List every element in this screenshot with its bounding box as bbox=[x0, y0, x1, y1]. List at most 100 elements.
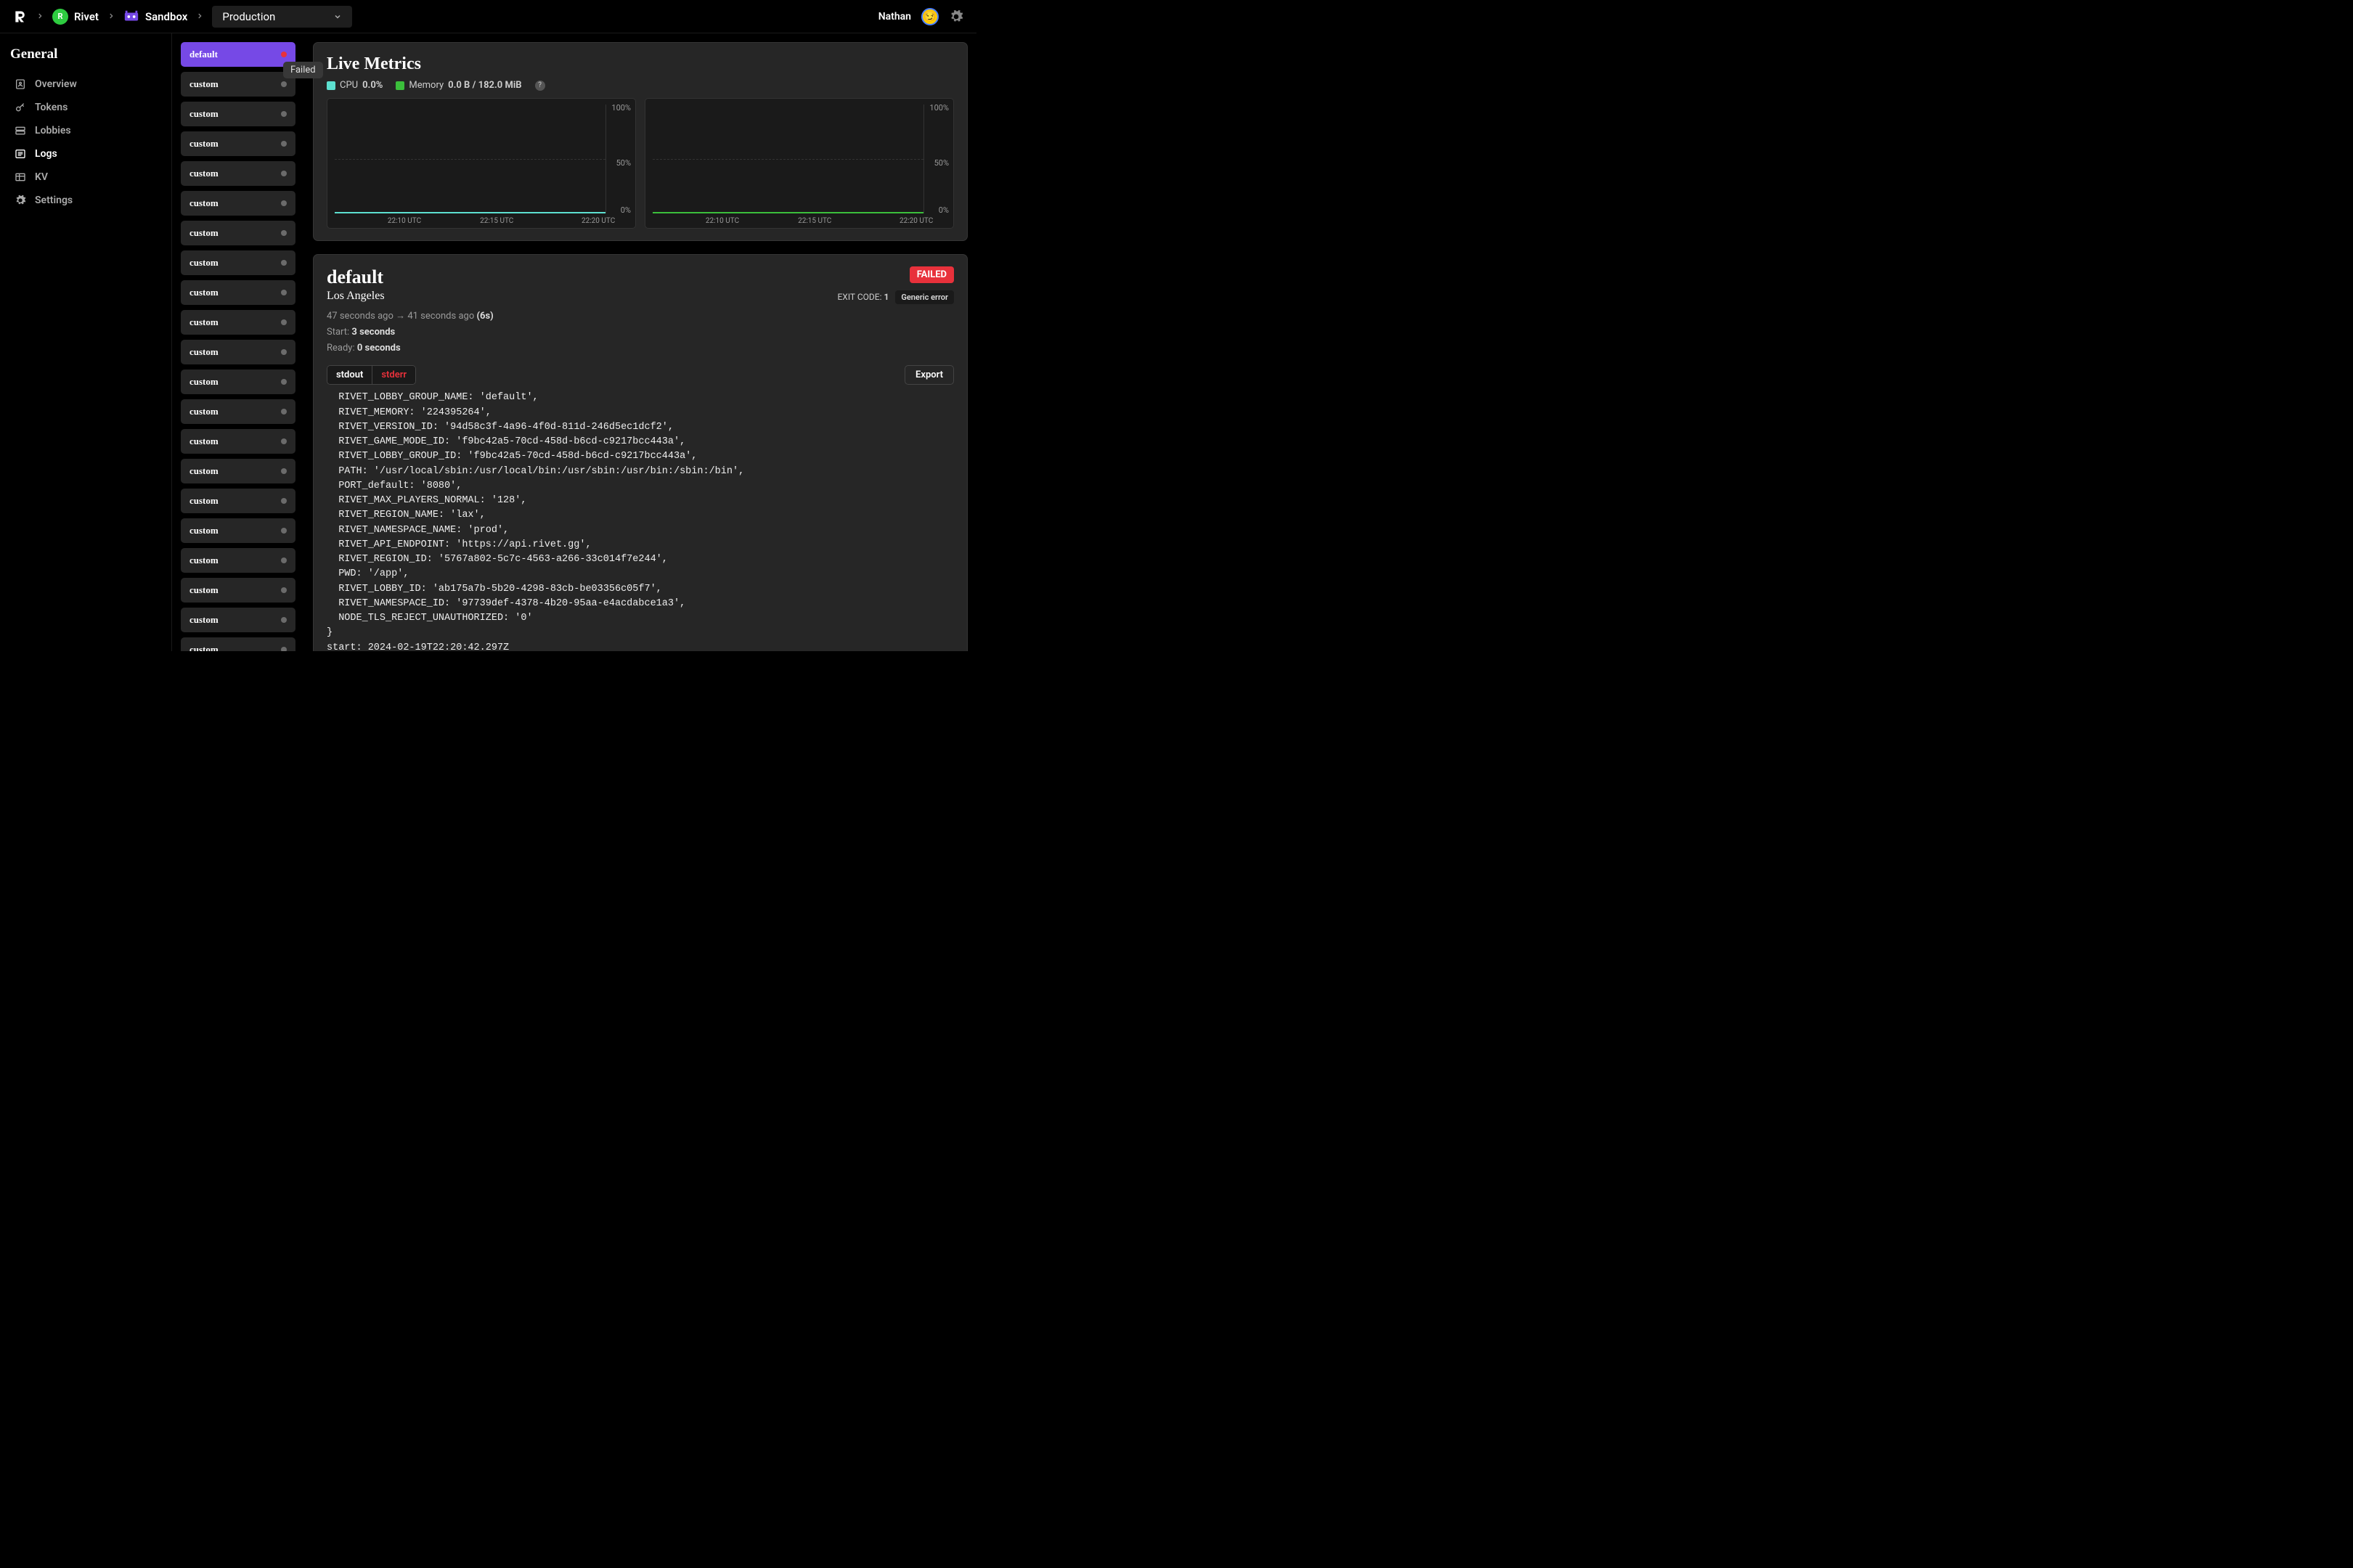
legend-memory: Memory 0.0 B / 182.0 MiB bbox=[396, 80, 521, 91]
environment-label: Production bbox=[222, 10, 275, 23]
status-dot-icon bbox=[281, 528, 287, 534]
user-avatar[interactable]: 😏 bbox=[921, 8, 939, 25]
sidebar-item-settings[interactable]: Settings bbox=[10, 189, 161, 212]
lobby-list: default custom custom custom custom custom cu… bbox=[172, 33, 304, 651]
lobby-name: custom bbox=[189, 584, 219, 596]
sidebar-item-kv[interactable]: KV bbox=[10, 166, 161, 189]
lobby-name: custom bbox=[189, 644, 219, 651]
lobby-name: custom bbox=[189, 108, 219, 120]
sidebar-item-label: KV bbox=[35, 171, 48, 183]
exit-info: EXIT CODE: 1 Generic error bbox=[837, 290, 954, 304]
lobby-name: custom bbox=[189, 227, 219, 239]
chart-xtick: 22:15 UTC bbox=[480, 217, 513, 225]
lobby-item[interactable]: custom bbox=[181, 637, 295, 651]
lobby-item[interactable]: custom bbox=[181, 459, 295, 483]
export-button[interactable]: Export bbox=[905, 365, 954, 385]
legend-cpu: CPU 0.0% bbox=[327, 80, 383, 91]
lobby-item-selected[interactable]: default bbox=[181, 42, 295, 67]
legend-memory-value: 0.0 B / 182.0 MiB bbox=[448, 80, 521, 91]
status-dot-failed-icon bbox=[281, 52, 287, 57]
detail-title: default bbox=[327, 266, 494, 288]
lobby-item[interactable]: custom bbox=[181, 102, 295, 126]
status-tooltip: Failed bbox=[283, 62, 323, 78]
lobby-item[interactable]: custom bbox=[181, 608, 295, 632]
lobby-name: custom bbox=[189, 495, 219, 507]
chart-ytick: 0% bbox=[939, 205, 949, 215]
chart-ytick: 50% bbox=[934, 158, 949, 168]
logs-icon bbox=[15, 148, 26, 160]
lobby-item[interactable]: custom bbox=[181, 489, 295, 513]
lobby-item[interactable]: custom bbox=[181, 518, 295, 543]
status-dot-icon bbox=[281, 200, 287, 206]
lobby-item[interactable]: custom bbox=[181, 578, 295, 603]
metrics-legend: CPU 0.0% Memory 0.0 B / 182.0 MiB ? bbox=[327, 80, 954, 91]
sidebar-item-label: Lobbies bbox=[35, 125, 71, 136]
exit-code-value: 1 bbox=[884, 292, 889, 302]
breadcrumb: R Rivet Sandbox Production bbox=[13, 6, 352, 28]
org-avatar: R bbox=[52, 9, 68, 25]
lobby-item[interactable]: custom bbox=[181, 131, 295, 156]
sidebar-item-tokens[interactable]: Tokens bbox=[10, 96, 161, 119]
lobby-name: custom bbox=[189, 168, 219, 179]
lobby-item[interactable]: custom bbox=[181, 548, 295, 573]
lobby-item[interactable]: custom bbox=[181, 340, 295, 364]
log-tab-group: stdout stderr bbox=[327, 365, 416, 385]
lobby-item[interactable]: custom bbox=[181, 310, 295, 335]
lobby-name: custom bbox=[189, 317, 219, 328]
lobby-item[interactable]: custom bbox=[181, 191, 295, 216]
tab-stderr[interactable]: stderr bbox=[372, 366, 415, 384]
status-dot-icon bbox=[281, 647, 287, 651]
org-name: Rivet bbox=[74, 10, 99, 23]
status-dot-icon bbox=[281, 290, 287, 295]
status-dot-icon bbox=[281, 260, 287, 266]
tab-stdout[interactable]: stdout bbox=[327, 366, 372, 384]
server-icon bbox=[15, 125, 26, 136]
legend-memory-label: Memory bbox=[409, 80, 444, 91]
lobby-item[interactable]: custom bbox=[181, 72, 295, 97]
lobby-item[interactable]: custom bbox=[181, 221, 295, 245]
lobby-name: custom bbox=[189, 614, 219, 626]
lobby-name: custom bbox=[189, 346, 219, 358]
lobby-name: custom bbox=[189, 525, 219, 536]
metrics-title: Live Metrics bbox=[327, 54, 954, 74]
breadcrumb-org[interactable]: R Rivet bbox=[52, 9, 99, 25]
lobby-detail-panel: default Los Angeles 47 seconds ago → 41 … bbox=[313, 254, 968, 651]
chart-ytick: 50% bbox=[616, 158, 631, 168]
project-name: Sandbox bbox=[145, 10, 187, 23]
lobby-item[interactable]: custom bbox=[181, 280, 295, 305]
lobby-item[interactable]: custom bbox=[181, 161, 295, 186]
sidebar-item-overview[interactable]: Overview bbox=[10, 73, 161, 96]
help-icon[interactable]: ? bbox=[535, 81, 545, 91]
memory-chart: 100% 50% 0% 22:10 UTC 22:15 UTC 22:20 UT… bbox=[645, 98, 954, 229]
chart-xtick: 22:15 UTC bbox=[798, 217, 831, 225]
legend-cpu-label: CPU bbox=[340, 80, 358, 91]
detail-ready: Ready: 0 seconds bbox=[327, 340, 494, 356]
lobby-item[interactable]: custom bbox=[181, 429, 295, 454]
log-output[interactable]: RIVET_LOBBY_GROUP_NAME: 'default', RIVET… bbox=[327, 391, 954, 651]
sidebar-item-lobbies[interactable]: Lobbies bbox=[10, 119, 161, 142]
lobby-item[interactable]: custom bbox=[181, 250, 295, 275]
logo-icon[interactable] bbox=[13, 9, 28, 24]
cpu-series-line bbox=[335, 212, 605, 213]
status-dot-icon bbox=[281, 81, 287, 87]
status-dot-icon bbox=[281, 558, 287, 563]
lobby-name: custom bbox=[189, 197, 219, 209]
breadcrumb-project[interactable]: Sandbox bbox=[123, 9, 187, 25]
lobby-item[interactable]: custom bbox=[181, 369, 295, 394]
exit-code-label: EXIT CODE: bbox=[837, 292, 881, 302]
status-dot-icon bbox=[281, 230, 287, 236]
lobby-name: custom bbox=[189, 78, 219, 90]
gear-icon bbox=[15, 195, 26, 206]
cpu-chart: 100% 50% 0% 22:10 UTC 22:15 UTC 22:20 UT… bbox=[327, 98, 636, 229]
sidebar-item-label: Logs bbox=[35, 148, 57, 160]
lobby-item[interactable]: custom bbox=[181, 399, 295, 424]
user-name[interactable]: Nathan bbox=[878, 11, 911, 23]
status-dot-icon bbox=[281, 498, 287, 504]
environment-select[interactable]: Production bbox=[212, 6, 352, 28]
chart-xtick: 22:20 UTC bbox=[900, 217, 933, 225]
sidebar-item-label: Overview bbox=[35, 78, 77, 90]
gear-icon[interactable] bbox=[949, 9, 963, 24]
sidebar-heading: General bbox=[10, 46, 161, 62]
chevron-right-icon bbox=[196, 11, 203, 23]
sidebar-item-logs[interactable]: Logs bbox=[10, 142, 161, 166]
